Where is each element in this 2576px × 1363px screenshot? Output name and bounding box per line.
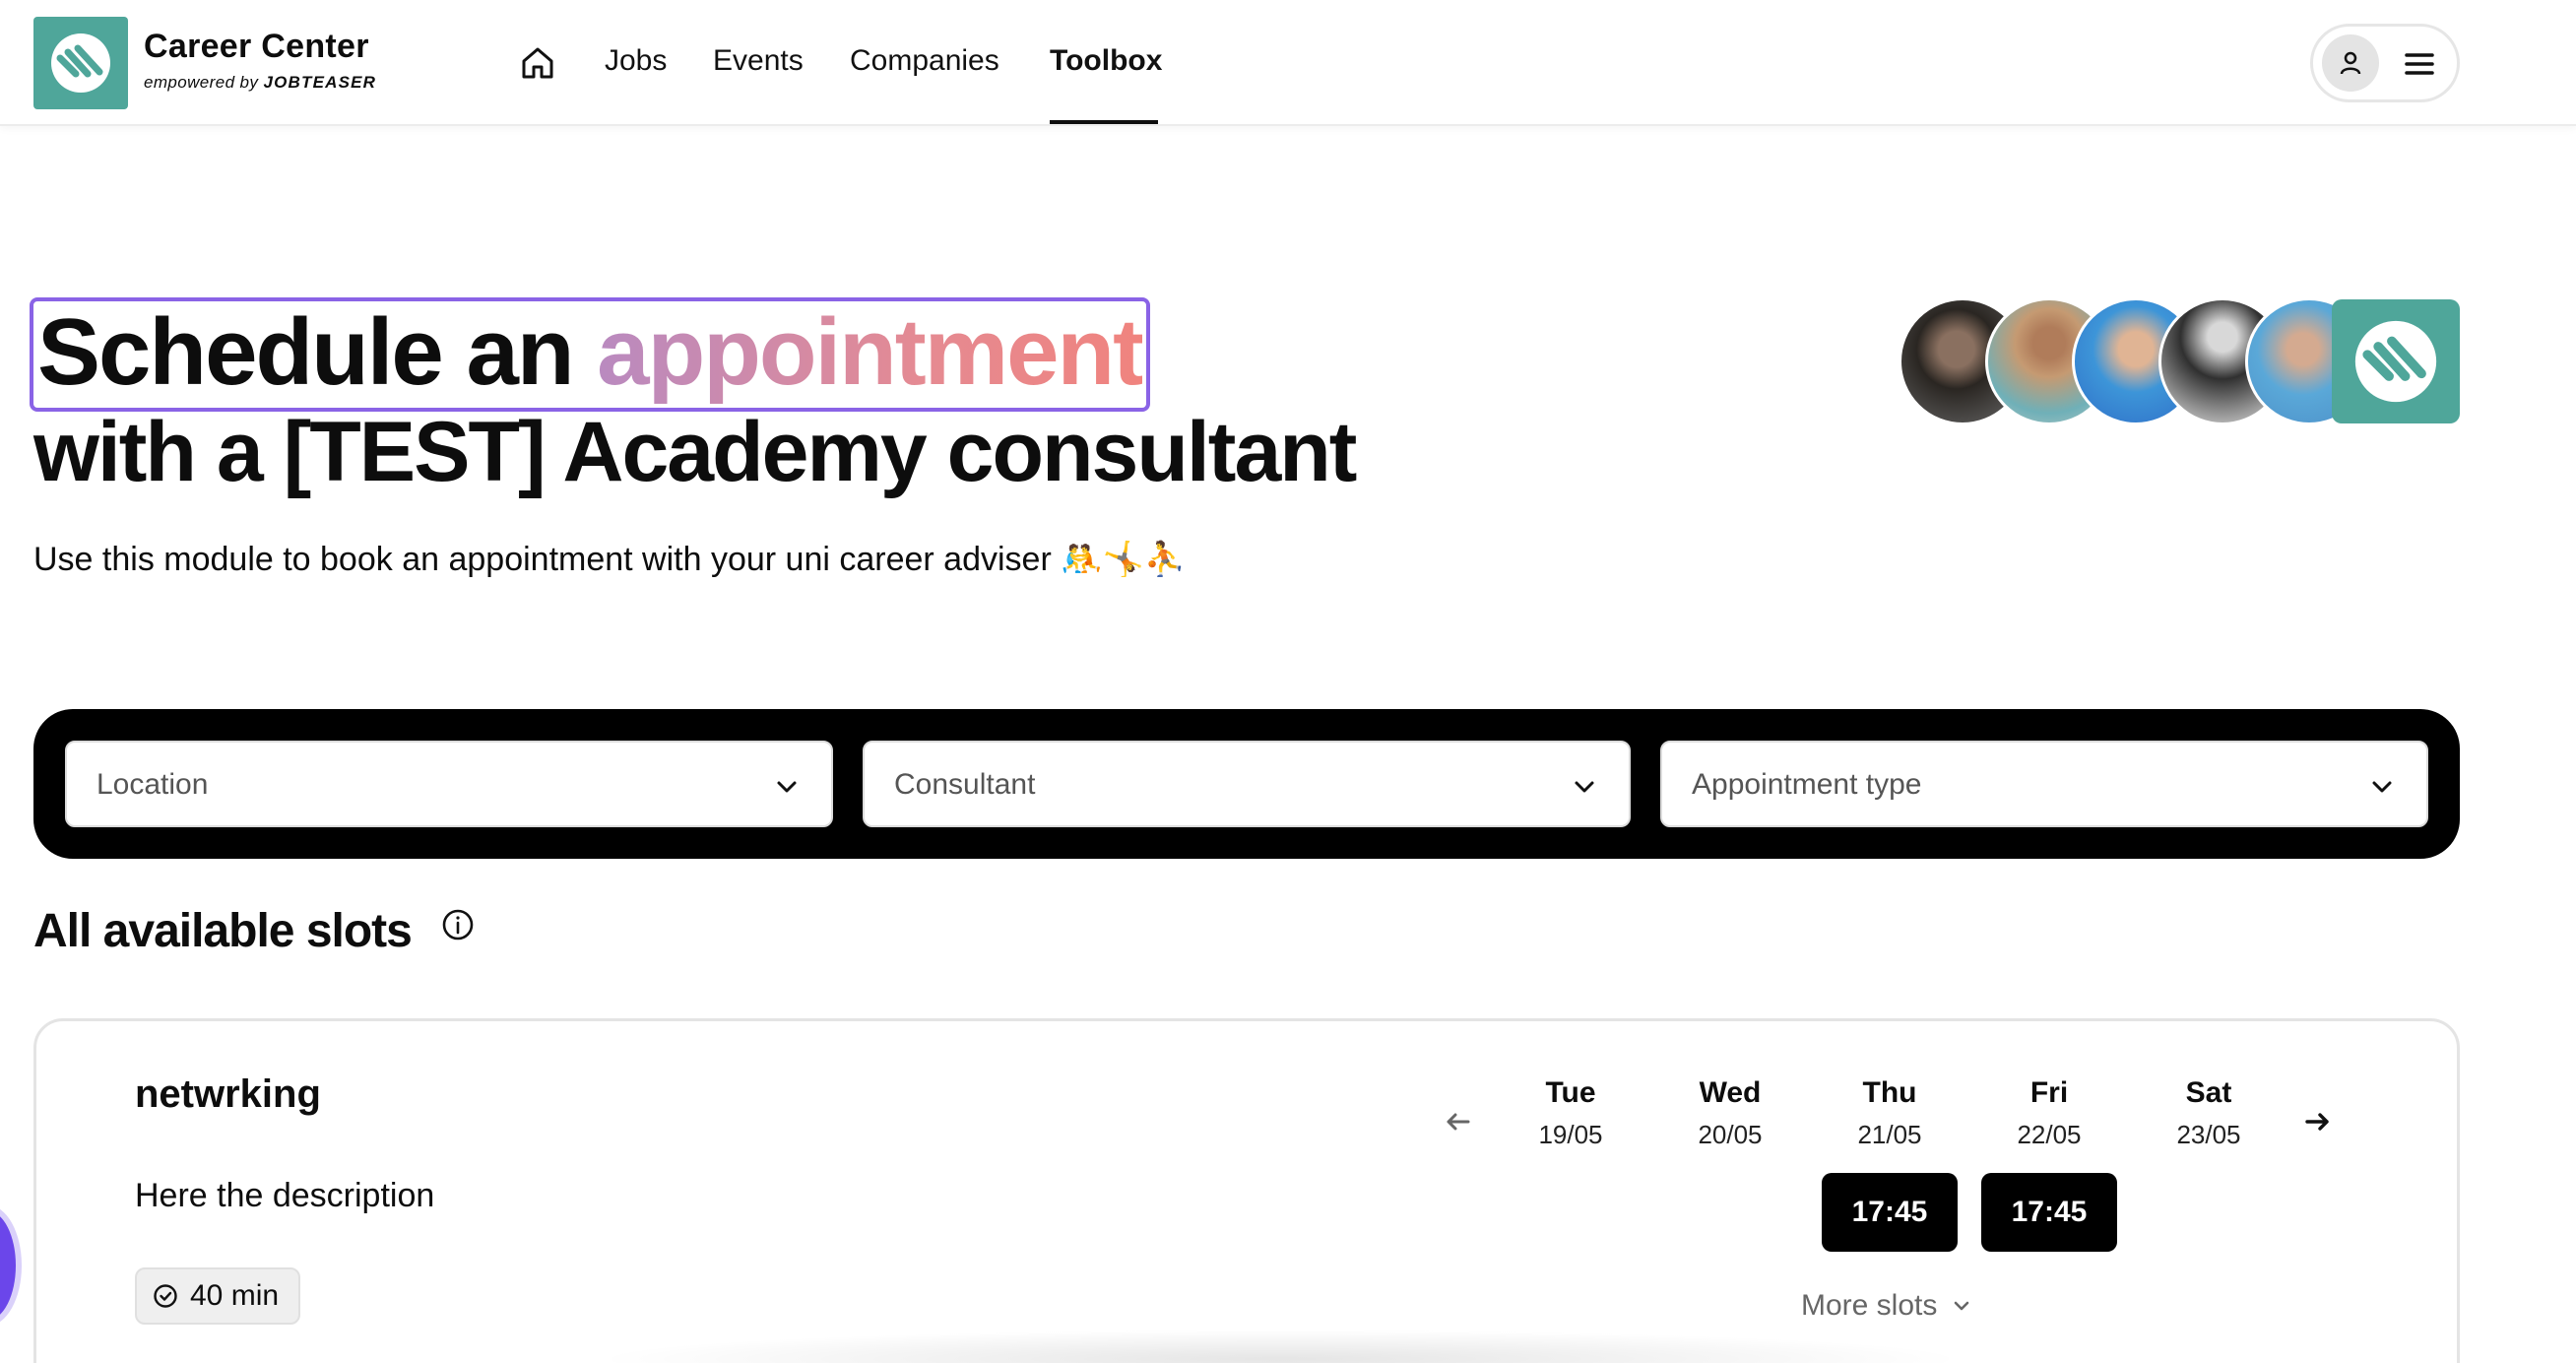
day-name: Sat [2185,1076,2232,1109]
info-icon[interactable] [441,908,475,941]
brand-tagline-prefix: empowered by [144,73,259,92]
slots-section-title: All available slots [33,905,413,957]
more-slots-label: More slots [1801,1289,1938,1322]
day-date: 22/05 [2017,1120,2082,1149]
day-column-tue: Tue 19/05 [1502,1076,1640,1150]
day-date: 19/05 [1538,1120,1603,1149]
appointment-title: netwrking [135,1072,321,1116]
arrow-right-icon[interactable] [2297,1102,2337,1141]
nav-companies[interactable]: Companies [850,44,999,78]
day-name: Wed [1699,1076,1762,1109]
hero-title-line2: with a [TEST] Academy consultant [33,405,1357,499]
home-icon[interactable] [518,43,557,83]
top-navbar: Career Center empowered by JOBTEASER Job… [0,0,2576,126]
brand-name: Career Center [144,28,369,65]
career-center-logo[interactable] [33,17,128,109]
consultant-select-label: Consultant [894,768,1036,801]
day-name: Thu [1862,1076,1917,1109]
career-center-logo-badge [2332,299,2460,423]
chevron-down-icon [1575,781,1594,793]
nav-events[interactable]: Events [713,44,804,78]
duration-badge: 40 min [135,1267,300,1325]
user-icon[interactable] [2322,34,2379,92]
time-slot-button[interactable]: 17:45 [1981,1173,2117,1252]
day-name: Fri [2029,1076,2069,1109]
consultant-select[interactable]: Consultant [863,741,1631,827]
nav-toolbox[interactable]: Toolbox [1050,44,1162,78]
location-select[interactable]: Location [65,741,833,827]
day-column-fri: Fri 22/05 [1980,1076,2118,1150]
time-slot-button[interactable]: 17:45 [1822,1173,1958,1252]
day-column-thu: Thu 21/05 [1821,1076,1959,1150]
clock-check-icon [154,1284,177,1308]
location-select-label: Location [97,768,209,801]
user-menu-pill[interactable] [2310,24,2460,102]
floating-assistant-button[interactable] [0,1211,16,1320]
day-date: 20/05 [1698,1120,1763,1149]
day-date: 23/05 [2176,1120,2241,1149]
appointment-type-select-label: Appointment type [1692,768,1922,801]
appointment-card: netwrking Here the description 40 min Tu… [33,1018,2460,1363]
duration-text: 40 min [190,1279,280,1312]
arrow-left-icon[interactable] [1439,1102,1478,1141]
hero-title-highlight: appointment [597,299,1144,405]
hamburger-menu-icon[interactable] [2402,46,2437,82]
day-name: Tue [1545,1076,1596,1109]
day-column-wed: Wed 20/05 [1661,1076,1799,1150]
filter-bar: Location Consultant Appointment type [33,709,2460,859]
chevron-down-icon [777,781,797,793]
hero-title-part1: Schedule an [37,299,574,405]
brand-tagline-brand: JOBTEASER [263,73,377,92]
brand-tagline: empowered by JOBTEASER [144,73,376,93]
day-column-sat: Sat 23/05 [2140,1076,2278,1150]
chevron-down-icon [2372,781,2392,793]
more-slots-button[interactable]: More slots [1801,1289,1972,1323]
hero-title-line1: Schedule an appointment [30,297,1151,412]
day-date: 21/05 [1857,1120,1922,1149]
chevron-down-icon [1955,1301,1969,1311]
active-tab-indicator [1050,120,1158,124]
appointment-type-select[interactable]: Appointment type [1660,741,2428,827]
consultant-avatars [1899,297,2460,425]
nav-jobs[interactable]: Jobs [605,44,667,78]
hero-description: Use this module to book an appointment w… [33,541,1187,578]
appointment-description: Here the description [135,1177,435,1214]
